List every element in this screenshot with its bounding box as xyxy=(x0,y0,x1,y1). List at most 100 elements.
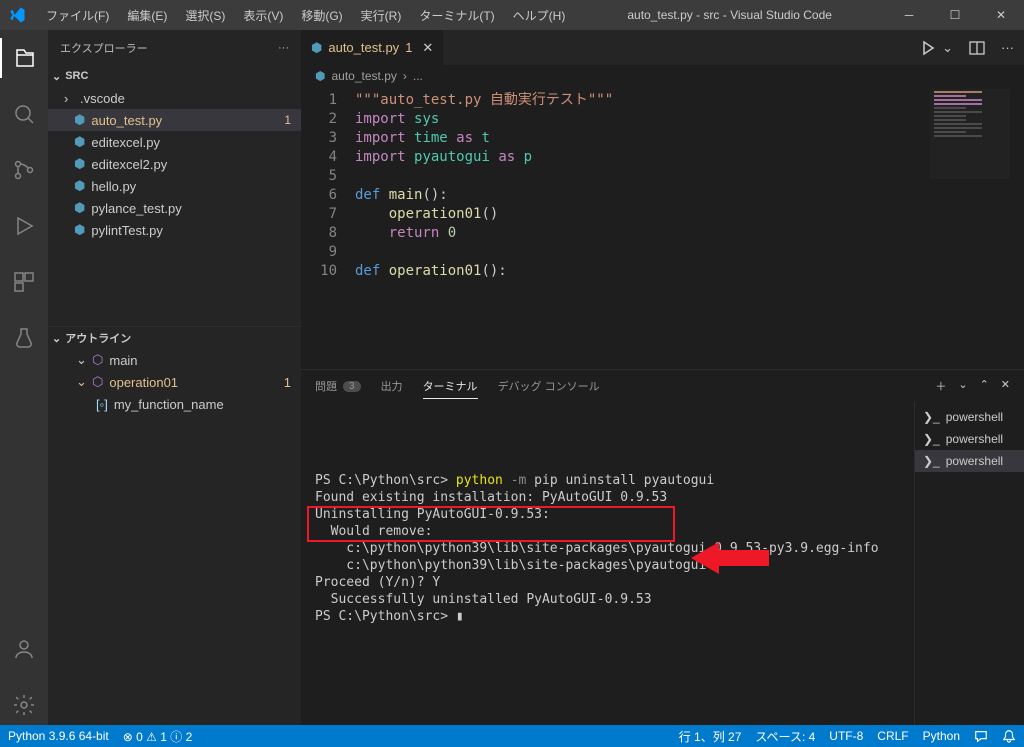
editor-tabs: ⬢ auto_test.py 1 ✕ ⌄ ··· xyxy=(301,30,1024,65)
terminal-dropdown-icon[interactable]: ⌄ xyxy=(958,378,967,394)
breadcrumb-more[interactable]: ... xyxy=(413,69,423,83)
terminal-line: c:\python\python39\lib\site-packages\pya… xyxy=(315,540,900,557)
status-encoding[interactable]: UTF-8 xyxy=(829,729,863,743)
file-name: auto_test.py xyxy=(91,113,162,128)
chevron-down-icon: ⌄ xyxy=(52,70,61,83)
outline-item[interactable]: ⌄⬡main xyxy=(48,349,301,371)
variable-icon: [◦] xyxy=(96,397,108,412)
outline-tree: ⌄⬡main⌄⬡operation011[◦]my_function_name xyxy=(48,349,301,415)
chevron-icon: ⌄ xyxy=(76,352,86,368)
breadcrumbs[interactable]: ⬢ auto_test.py › ... xyxy=(301,65,1024,87)
close-panel-icon[interactable]: ✕ xyxy=(1001,378,1010,394)
problems-tab[interactable]: 問題 3 xyxy=(315,374,361,398)
terminal-sessions: ❯_powershell❯_powershell❯_powershell xyxy=(914,402,1024,725)
outline-item[interactable]: ⌄⬡operation011 xyxy=(48,371,301,393)
testing-icon[interactable] xyxy=(0,318,48,358)
file-item[interactable]: ⬢hello.py xyxy=(48,175,301,197)
code-content[interactable]: """auto_test.py 自動実行テスト""" import sys im… xyxy=(355,87,1024,369)
terminal-session[interactable]: ❯_powershell xyxy=(915,428,1024,450)
method-icon: ⬡ xyxy=(92,374,103,390)
file-item[interactable]: ⬢editexcel.py xyxy=(48,131,301,153)
sidebar-more-icon[interactable]: ··· xyxy=(278,42,289,54)
extensions-icon[interactable] xyxy=(0,262,48,302)
menu-view[interactable]: 表示(V) xyxy=(235,3,291,28)
chevron-right-icon: › xyxy=(403,69,407,83)
close-icon[interactable]: ✕ xyxy=(422,40,433,56)
python-file-icon: ⬢ xyxy=(74,156,85,172)
editor-more-icon[interactable]: ··· xyxy=(1001,40,1014,55)
split-editor-icon[interactable] xyxy=(969,40,985,56)
terminal-line: PS C:\Python\src> python -m pip uninstal… xyxy=(315,472,900,489)
file-name: pylance_test.py xyxy=(91,201,181,216)
status-notifications-icon[interactable] xyxy=(1002,729,1016,743)
run-file-icon[interactable] xyxy=(920,40,936,56)
tab-modified-badge: 1 xyxy=(405,40,412,55)
activity-bar xyxy=(0,30,48,725)
python-file-icon: ⬢ xyxy=(74,178,85,194)
terminal-tab[interactable]: ターミナル xyxy=(423,374,478,399)
status-language[interactable]: Python xyxy=(923,729,960,743)
file-item[interactable]: ⬢auto_test.py1 xyxy=(48,109,301,131)
python-file-icon: ⬢ xyxy=(74,200,85,216)
method-icon: ⬡ xyxy=(92,352,103,368)
file-name: editexcel2.py xyxy=(91,157,167,172)
menu-go[interactable]: 移動(G) xyxy=(293,3,350,28)
status-bar: Python 3.9.6 64-bit ⊗ 0 ⚠ 1 ⓘ 2 行 1、列 27… xyxy=(0,725,1024,747)
session-name: powershell xyxy=(946,432,1003,446)
status-feedback-icon[interactable] xyxy=(974,729,988,743)
status-cursor-position[interactable]: 行 1、列 27 xyxy=(679,728,742,745)
status-indentation[interactable]: スペース: 4 xyxy=(755,728,815,745)
minimize-button[interactable]: ─ xyxy=(886,0,932,30)
session-name: powershell xyxy=(946,410,1003,424)
status-eol[interactable]: CRLF xyxy=(877,729,908,743)
search-icon[interactable] xyxy=(0,94,48,134)
file-name: .vscode xyxy=(80,91,125,106)
python-file-icon: ⬢ xyxy=(311,40,322,56)
outline-section-header[interactable]: ⌄ アウトライン xyxy=(48,327,301,349)
run-dropdown-icon[interactable]: ⌄ xyxy=(942,40,953,56)
terminal-icon: ❯_ xyxy=(923,410,940,424)
tab-auto-test[interactable]: ⬢ auto_test.py 1 ✕ xyxy=(301,30,444,65)
source-control-icon[interactable] xyxy=(0,150,48,190)
maximize-panel-icon[interactable]: ⌃ xyxy=(980,378,989,394)
menu-terminal[interactable]: ターミナル(T) xyxy=(411,3,502,28)
panel: 問題 3 出力 ターミナル デバッグ コンソール ＋ ⌄ ⌃ ✕ xyxy=(301,369,1024,725)
run-debug-icon[interactable] xyxy=(0,206,48,246)
file-item[interactable]: ⬢ editexcel2.py xyxy=(48,153,301,175)
explorer-icon[interactable] xyxy=(0,38,48,78)
python-file-icon: ⬢ xyxy=(315,69,325,83)
outline-item[interactable]: [◦]my_function_name xyxy=(48,393,301,415)
menu-file[interactable]: ファイル(F) xyxy=(38,3,117,28)
maximize-button[interactable]: ☐ xyxy=(932,0,978,30)
file-item[interactable]: ⬢ pylintTest.py xyxy=(48,219,301,241)
file-name: pylintTest.py xyxy=(91,223,163,238)
breadcrumb-file[interactable]: auto_test.py xyxy=(331,69,396,83)
menu-selection[interactable]: 選択(S) xyxy=(177,3,233,28)
menu-help[interactable]: ヘルプ(H) xyxy=(505,3,574,28)
close-button[interactable]: ✕ xyxy=(978,0,1024,30)
chevron-down-icon: ⌄ xyxy=(52,332,61,345)
settings-icon[interactable] xyxy=(0,685,48,725)
outline-badge: 1 xyxy=(284,375,291,390)
menu-edit[interactable]: 編集(E) xyxy=(119,3,175,28)
menu-run[interactable]: 実行(R) xyxy=(353,3,410,28)
status-diagnostics[interactable]: ⊗ 0 ⚠ 1 ⓘ 2 xyxy=(123,728,193,745)
terminal-session[interactable]: ❯_ powershell xyxy=(915,406,1024,428)
debug-console-tab[interactable]: デバッグ コンソール xyxy=(498,374,600,398)
workspace-name: SRC xyxy=(65,70,88,82)
code-editor[interactable]: 12345678910 """auto_test.py 自動実行テスト""" i… xyxy=(301,87,1024,369)
status-python-version[interactable]: Python 3.9.6 64-bit xyxy=(8,729,109,743)
accounts-icon[interactable] xyxy=(0,629,48,669)
python-file-icon: ⬢ xyxy=(74,134,85,150)
terminal-content[interactable]: PS C:\Python\src> python -m pip uninstal… xyxy=(301,402,914,725)
new-terminal-icon[interactable]: ＋ xyxy=(935,378,946,394)
explorer-section-header[interactable]: ⌄ SRC xyxy=(48,65,301,87)
problems-count: 3 xyxy=(343,381,361,392)
terminal-session[interactable]: ❯_powershell xyxy=(915,450,1024,472)
python-file-icon: ⬢ xyxy=(74,222,85,238)
output-tab[interactable]: 出力 xyxy=(381,374,403,398)
line-numbers: 12345678910 xyxy=(301,87,355,369)
file-item[interactable]: ⬢ pylance_test.py xyxy=(48,197,301,219)
folder-item[interactable]: ›.vscode xyxy=(48,87,301,109)
minimap[interactable] xyxy=(930,89,1010,179)
